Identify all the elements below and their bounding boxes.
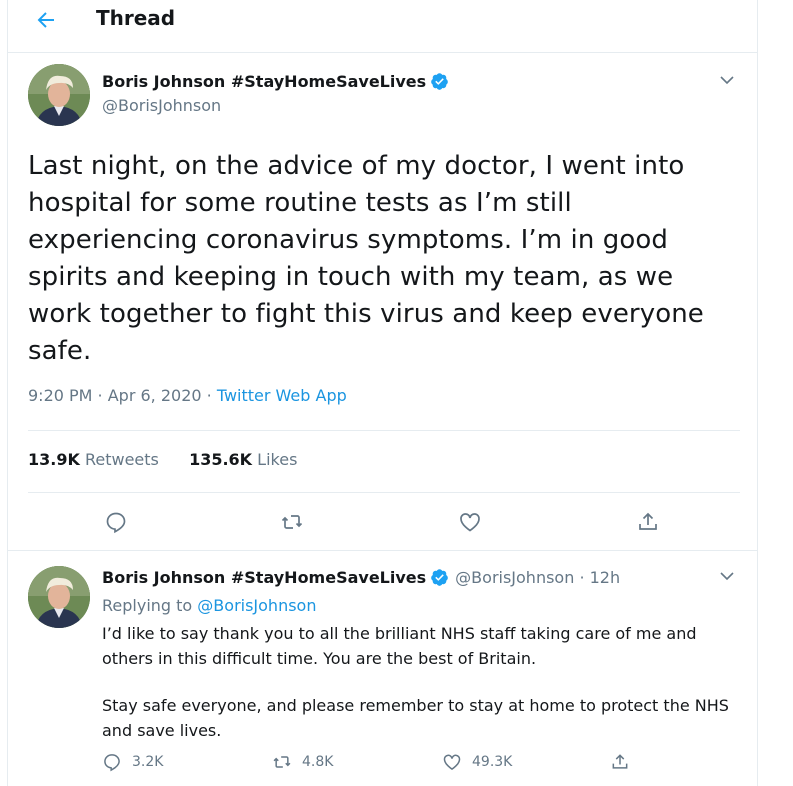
share-action[interactable] <box>610 752 640 772</box>
thread-header: Thread <box>8 0 757 53</box>
reply-icon <box>104 754 120 772</box>
arrow-left-icon[interactable] <box>34 8 58 32</box>
page-title: Thread <box>96 6 176 30</box>
reply-paragraph: I’d like to say thank you to all the bri… <box>102 624 697 668</box>
chevron-down-icon[interactable] <box>718 567 736 585</box>
verified-badge-icon <box>430 568 449 587</box>
likes-count: 135.6K <box>189 450 253 469</box>
heart-icon[interactable] <box>458 510 482 534</box>
author-name-row[interactable]: Boris Johnson #StayHomeSaveLives <box>102 72 449 91</box>
retweet-count: 4.8K <box>302 754 334 770</box>
divider <box>8 550 757 551</box>
reply-handle-time[interactable]: @BorisJohnson · 12h <box>455 568 620 587</box>
retweets-count: 13.9K <box>28 450 80 469</box>
replying-to-link[interactable]: @BorisJohnson <box>197 596 316 615</box>
tweet-timestamp[interactable]: 9:20 PM · Apr 6, 2020 · <box>28 386 217 405</box>
like-action[interactable]: 49.3K <box>442 752 512 772</box>
divider <box>28 430 740 431</box>
chevron-down-icon[interactable] <box>718 71 736 89</box>
verified-badge-icon <box>430 72 449 91</box>
reply-action[interactable]: 3.2K <box>102 752 163 772</box>
author-name[interactable]: Boris Johnson #StayHomeSaveLives <box>102 72 426 91</box>
retweet-icon[interactable] <box>280 510 304 534</box>
tweet-stats: 13.9K Retweets 135.6K Likes <box>28 450 297 469</box>
retweet-icon <box>273 756 291 768</box>
tweet-source-link[interactable]: Twitter Web App <box>217 386 347 405</box>
avatar[interactable] <box>28 64 90 126</box>
divider <box>28 492 740 493</box>
retweets-label: Retweets <box>84 450 159 469</box>
reply-text: I’d like to say thank you to all the bri… <box>102 621 742 765</box>
retweet-action[interactable]: 4.8K <box>272 752 333 772</box>
share-icon[interactable] <box>636 510 660 534</box>
tweet-text: Last night, on the advice of my doctor, … <box>28 151 704 366</box>
reply-header[interactable]: Boris Johnson #StayHomeSaveLives @BorisJ… <box>102 568 620 587</box>
heart-icon <box>443 754 461 770</box>
replying-prefix: Replying to <box>102 596 198 615</box>
tweet-meta: 9:20 PM · Apr 6, 2020 · Twitter Web App <box>28 386 347 405</box>
share-icon <box>612 754 628 769</box>
reply-icon[interactable] <box>104 510 128 534</box>
thread-column: Thread Boris Johnson #StayHomeSaveLives … <box>7 0 758 786</box>
likes-stat[interactable]: 135.6K Likes <box>189 450 297 469</box>
like-count: 49.3K <box>472 754 513 770</box>
author-handle[interactable]: @BorisJohnson <box>102 96 221 115</box>
author-name[interactable]: Boris Johnson #StayHomeSaveLives <box>102 568 426 587</box>
retweets-stat[interactable]: 13.9K Retweets <box>28 450 159 469</box>
likes-label: Likes <box>257 450 298 469</box>
reply-count: 3.2K <box>132 754 164 770</box>
reply-paragraph: Stay safe everyone, and please remember … <box>102 696 729 740</box>
replying-to: Replying to @BorisJohnson <box>102 596 316 615</box>
avatar[interactable] <box>28 566 90 628</box>
